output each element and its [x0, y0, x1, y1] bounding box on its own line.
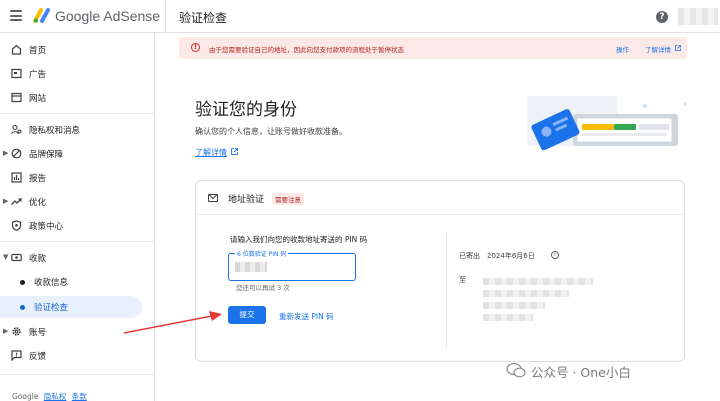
google-footer-label: Google	[12, 392, 39, 401]
banner-message: 由于您需要验证自己的地址，因此向您支付款项的流程处于暂停状态	[209, 46, 404, 54]
pin-prompt: 请输入我们向您的收款地址寄送的 PIN 码	[230, 235, 368, 244]
bullet-icon	[20, 280, 25, 285]
sidebar-item-policy[interactable]: 政策中心	[0, 215, 154, 237]
ads-icon	[11, 68, 22, 79]
nav-divider	[0, 241, 154, 242]
page-heading: 验证您的身份	[195, 100, 297, 120]
info-icon[interactable]: i	[551, 251, 559, 259]
sidebar: 首页 广告 网站 隐私权和消息 ▶ 品牌保障 报告 ▶ 优化 政策中心 ▼ 收款…	[0, 33, 155, 401]
error-icon: !	[191, 43, 200, 52]
id-verification-illustration	[527, 96, 687, 151]
bullet-icon	[20, 305, 25, 310]
brand-safety-icon	[11, 148, 22, 159]
card-divider	[196, 214, 684, 215]
sidebar-item-reports[interactable]: 报告	[0, 167, 154, 189]
divider	[165, 0, 166, 33]
help-icon[interactable]: ?	[656, 11, 668, 23]
nav-divider	[0, 374, 154, 375]
sidebar-item-feedback[interactable]: 反馈	[0, 345, 154, 367]
nav-divider	[0, 113, 154, 114]
wechat-icon	[506, 363, 526, 378]
mail-icon	[208, 194, 218, 202]
pin-input[interactable]: 6 位数验证 PIN 码	[228, 249, 356, 281]
sidebar-item-verification[interactable]: 验证检查	[0, 296, 142, 318]
adsense-logo-icon	[33, 8, 50, 23]
sent-date: 2024年6月6日	[487, 252, 535, 260]
sent-label: 已寄出	[459, 252, 480, 260]
address-line	[483, 290, 569, 297]
shield-icon	[11, 220, 22, 231]
sidebar-item-brand-safety[interactable]: ▶ 品牌保障	[0, 143, 154, 165]
sidebar-item-payment-info[interactable]: 收款信息	[0, 271, 154, 293]
chevron-right-icon: ▶	[3, 149, 9, 157]
address-line	[483, 302, 545, 309]
sidebar-item-privacy[interactable]: 隐私权和消息	[0, 119, 154, 141]
home-icon	[11, 44, 22, 55]
address-verification-card: 地址验证 需要注意 请输入我们向您的收款地址寄送的 PIN 码 6 位数验证 P…	[195, 180, 685, 362]
sidebar-item-optimize[interactable]: ▶ 优化	[0, 191, 154, 213]
resend-pin-link[interactable]: 重新发送 PIN 码	[279, 311, 334, 322]
chevron-right-icon: ▶	[3, 197, 9, 205]
payments-icon	[11, 253, 22, 262]
trending-icon	[11, 198, 22, 205]
menu-icon[interactable]	[10, 10, 22, 21]
terms-link[interactable]: 条款	[72, 392, 87, 401]
account-avatar[interactable]	[678, 8, 718, 25]
reports-icon	[11, 172, 22, 183]
banner-action-link[interactable]: 操作	[616, 44, 629, 54]
address-line	[483, 278, 593, 285]
chevron-right-icon: ▶	[3, 327, 9, 335]
banner-details-link[interactable]: 了解详情	[645, 44, 671, 54]
sidebar-item-ads[interactable]: 广告	[0, 63, 154, 85]
external-link-icon	[675, 45, 681, 51]
card-title: 地址验证	[228, 195, 265, 205]
page-description: 确认您的个人信息，让账号做好收款准备。	[195, 127, 347, 136]
payment-hold-banner: ! 由于您需要验证自己的地址，因此向您支付款项的流程处于暂停状态	[179, 37, 687, 59]
sidebar-footer: Google 隐私权 条款	[12, 391, 87, 401]
gear-icon	[12, 327, 21, 336]
status-badge: 需要注意	[272, 193, 304, 205]
pin-input-label: 6 位数验证 PIN 码	[235, 249, 289, 258]
external-link-icon	[231, 148, 238, 155]
attempts-remaining: 您还可以再试 3 次	[236, 284, 290, 292]
privacy-icon	[11, 124, 22, 135]
top-bar: Google AdSense 验证检查 ?	[0, 0, 720, 33]
sidebar-item-sites[interactable]: 网站	[0, 87, 154, 109]
address-line	[483, 314, 533, 321]
learn-more-link[interactable]: 了解详情	[195, 147, 227, 158]
card-vertical-divider	[446, 231, 447, 349]
watermark: 公众号 · One小白	[531, 365, 631, 380]
page-title: 验证检查	[179, 11, 228, 25]
brand-name: Google AdSense	[55, 8, 161, 24]
sidebar-item-home[interactable]: 首页	[0, 39, 154, 61]
pin-input-value	[235, 262, 267, 272]
to-label: 至	[459, 276, 466, 284]
sidebar-item-payments[interactable]: ▼ 收款	[0, 247, 154, 269]
submit-button[interactable]: 提交	[228, 306, 266, 324]
privacy-link[interactable]: 隐私权	[44, 392, 67, 401]
feedback-icon	[11, 350, 22, 361]
sites-icon	[11, 92, 22, 103]
chevron-down-icon: ▼	[3, 253, 9, 261]
sidebar-item-account[interactable]: ▶ 账号	[0, 321, 154, 343]
